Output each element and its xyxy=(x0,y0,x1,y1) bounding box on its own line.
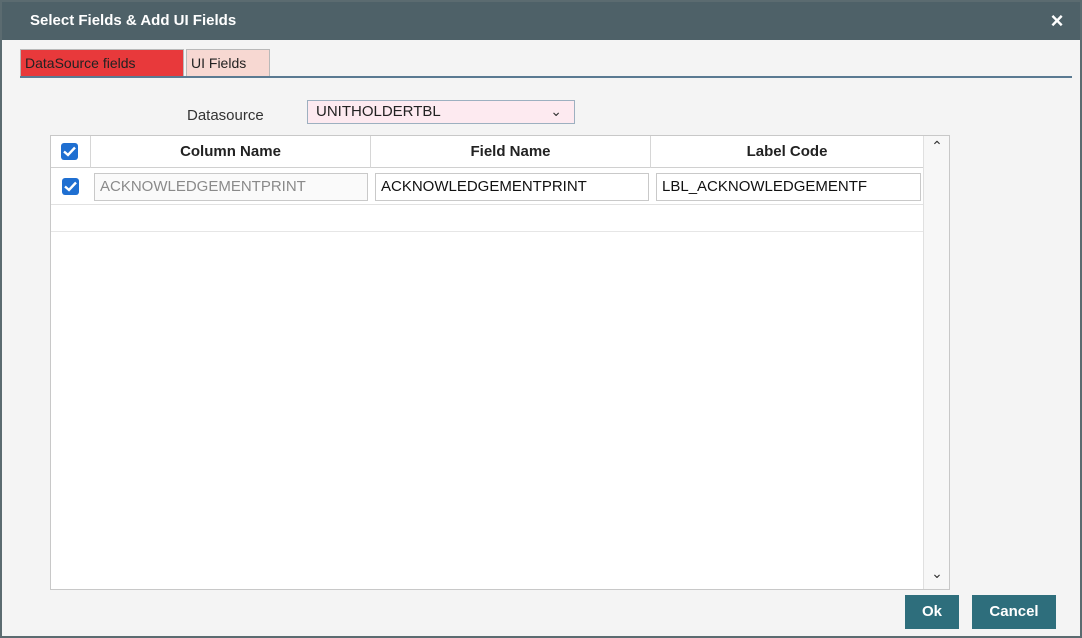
chevron-down-icon: ⌄ xyxy=(550,103,562,119)
check-icon xyxy=(63,146,76,157)
column-header-column-name: Column Name xyxy=(91,136,371,168)
datasource-select[interactable]: UNITHOLDERTBL ⌄ xyxy=(307,100,575,124)
fields-grid: Column Name Field Name Label Code ACKNOW… xyxy=(50,135,950,590)
tab-ui-fields[interactable]: UI Fields xyxy=(186,49,270,77)
field-name-input[interactable]: ACKNOWLEDGEMENTPRINT xyxy=(375,173,649,201)
scroll-up-icon[interactable]: ⌃ xyxy=(924,138,950,160)
table-row-empty xyxy=(51,206,923,232)
column-name-field: ACKNOWLEDGEMENTPRINT xyxy=(94,173,368,201)
datasource-selected-value: UNITHOLDERTBL xyxy=(316,103,441,120)
close-icon[interactable]: × xyxy=(1044,8,1070,34)
cancel-button[interactable]: Cancel xyxy=(972,595,1056,629)
grid-scrollbar[interactable]: ⌃ ⌄ xyxy=(923,136,949,589)
table-row: ACKNOWLEDGEMENTPRINT ACKNOWLEDGEMENTPRIN… xyxy=(51,169,923,205)
dialog-titlebar: Select Fields & Add UI Fields × xyxy=(2,2,1080,40)
ok-button[interactable]: Ok xyxy=(905,595,959,629)
scroll-down-icon[interactable]: ⌄ xyxy=(924,565,950,587)
row-checkbox[interactable] xyxy=(62,178,79,195)
grid-header: Column Name Field Name Label Code xyxy=(51,136,923,168)
header-checkbox-cell xyxy=(51,136,91,168)
column-header-label-code: Label Code xyxy=(746,143,828,160)
dialog-title: Select Fields & Add UI Fields xyxy=(30,12,237,29)
check-icon xyxy=(64,181,77,192)
select-fields-dialog: Select Fields & Add UI Fields × DataSour… xyxy=(0,0,1082,638)
tab-datasource-fields[interactable]: DataSource fields xyxy=(20,49,184,77)
datasource-label: Datasource xyxy=(187,107,264,124)
tab-divider xyxy=(20,76,1072,78)
select-all-checkbox[interactable] xyxy=(61,143,78,160)
label-code-input[interactable]: LBL_ACKNOWLEDGEMENTF xyxy=(656,173,921,201)
column-header-field-name: Field Name xyxy=(371,136,651,168)
